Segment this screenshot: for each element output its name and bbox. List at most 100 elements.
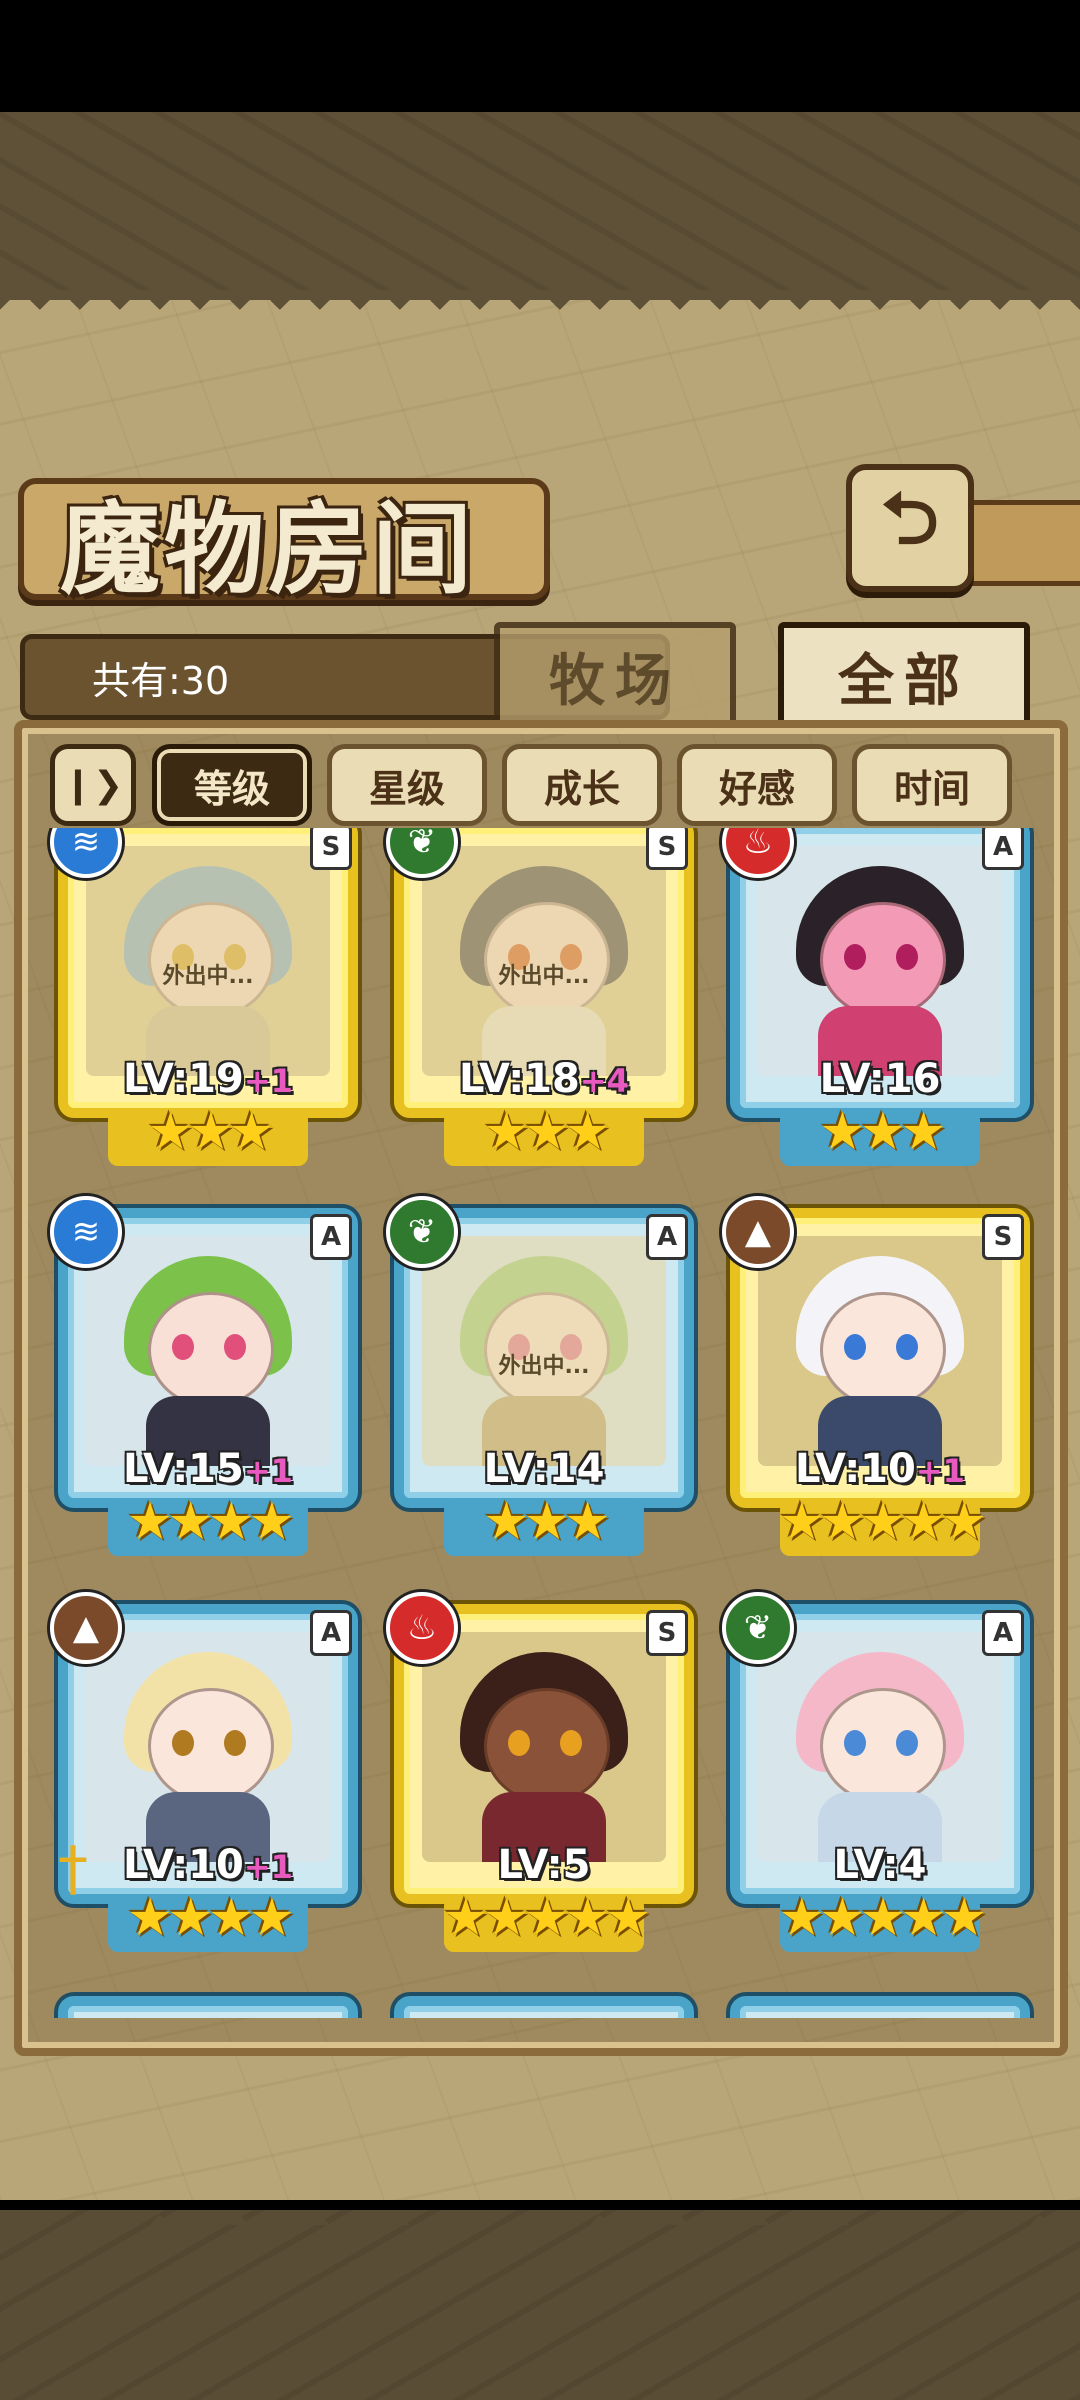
star-rating: ★★★★ (126, 1492, 295, 1552)
star-rating: ★★★★★ (778, 1492, 987, 1552)
monster-level: LV:18+4 (394, 1056, 694, 1102)
card-frame (58, 1996, 358, 2018)
character-eye (896, 1334, 918, 1360)
wood-element-icon: ❦ (722, 1592, 794, 1664)
level-value: LV:18 (459, 1056, 580, 1102)
character-eye (224, 1730, 246, 1756)
star-rating: ★★★ (819, 1102, 947, 1162)
rarity-badge: A (982, 828, 1024, 870)
filter-star-button[interactable]: 星级 (327, 744, 487, 826)
character-face (148, 1688, 274, 1804)
level-value: LV:14 (483, 1446, 605, 1492)
monster-level: LV:15+1 (58, 1446, 358, 1492)
torn-edge-bottom (0, 2195, 1080, 2225)
water-element-icon: ≋ (50, 1196, 122, 1268)
character-eye (896, 944, 918, 970)
away-status: 外出中... (498, 1354, 590, 1379)
character-eye (896, 1730, 918, 1756)
monster-count: 共有:30 (92, 659, 230, 703)
rarity-badge: A (310, 1214, 352, 1260)
rarity-badge: A (646, 1214, 688, 1260)
fire-element-icon: ♨ (386, 1592, 458, 1664)
character-face (820, 1292, 946, 1408)
rarity-badge: S (982, 1214, 1024, 1260)
character-eye (172, 1334, 194, 1360)
level-value: LV:15 (123, 1446, 244, 1492)
filter-time-button[interactable]: 时间 (852, 744, 1012, 826)
star-rating: ★★★ (147, 1102, 275, 1162)
back-arrow-icon: ⮌ (881, 476, 939, 560)
rarity-badge: A (982, 1610, 1024, 1656)
character-face (148, 1292, 274, 1408)
filter-affection-button[interactable]: 好感 (677, 744, 837, 826)
level-value: LV:10 (123, 1842, 244, 1888)
monster-card-partial[interactable] (58, 1996, 358, 2018)
character-eye (508, 1730, 530, 1756)
monster-portrait (86, 1236, 330, 1466)
level-value: LV:16 (819, 1056, 941, 1102)
away-status: 外出中... (162, 964, 254, 989)
filter-growth-button[interactable]: 成长 (502, 744, 662, 826)
monster-card[interactable]: A ♨ LV:16 ★★★ (722, 828, 1030, 1166)
monster-card[interactable]: S ♨ LV:5 ★★★★★ (386, 1592, 694, 1952)
monster-card[interactable]: 外出中... S ≋ LV:19+1 ★★★ (50, 828, 358, 1166)
monster-card[interactable]: A ❦ LV:4 ★★★★★ (722, 1592, 1030, 1952)
monster-level: LV:19+1 (58, 1056, 358, 1102)
monster-portrait (758, 1632, 1002, 1862)
character-eye (560, 1730, 582, 1756)
level-value: LV:19 (123, 1056, 244, 1102)
star-rating: ★★★★ (126, 1888, 295, 1948)
tab-farm[interactable]: 牧场 (494, 622, 736, 730)
character-eye (224, 1334, 246, 1360)
monster-level: LV:5 (394, 1842, 694, 1888)
star-rating: ★★★★★ (442, 1888, 651, 1948)
away-overlay: 外出中... (422, 846, 666, 1076)
level-bonus: +1 (915, 1452, 965, 1490)
rarity-badge: A (310, 1610, 352, 1656)
monster-card[interactable]: A ≋ LV:15+1 ★★★★ (50, 1196, 358, 1556)
monster-card[interactable]: 外出中... S ❦ LV:18+4 ★★★ (386, 828, 694, 1166)
page-title: 魔物房间 (60, 490, 476, 608)
monster-portrait (422, 1632, 666, 1862)
map-background-top (0, 112, 1080, 302)
level-bonus: +1 (243, 1848, 293, 1886)
earth-element-icon: ▲ (722, 1196, 794, 1268)
monster-portrait: 外出中... (422, 846, 666, 1076)
wood-element-icon: ❦ (386, 1196, 458, 1268)
map-background-bottom (0, 2210, 1080, 2400)
tab-all[interactable]: 全部 (778, 622, 1030, 730)
character-eye (844, 1334, 866, 1360)
character-face (484, 1688, 610, 1804)
pause-icon: ❙❯ (62, 764, 124, 806)
monster-card-partial[interactable] (730, 1996, 1030, 2018)
card-frame (394, 1996, 694, 2018)
character-face (820, 1688, 946, 1804)
earth-element-icon: ▲ (50, 1592, 122, 1664)
filter-level-button[interactable]: 等级 (152, 744, 312, 826)
monster-card[interactable]: 外出中... A ❦ LV:14 ★★★ (386, 1196, 694, 1556)
monster-card-partial[interactable] (394, 1996, 694, 2018)
character-eye (172, 1730, 194, 1756)
star-rating: ★★★ (483, 1492, 611, 1552)
status-bar (0, 0, 1080, 112)
level-bonus: +4 (579, 1062, 629, 1100)
rarity-badge: S (310, 828, 352, 870)
monster-portrait (758, 846, 1002, 1076)
away-overlay: 外出中... (86, 846, 330, 1076)
monster-portrait (758, 1236, 1002, 1466)
character-eye (844, 944, 866, 970)
monster-card[interactable]: S ▲ LV:10+1 ★★★★★ (722, 1196, 1030, 1556)
torn-edge-top (0, 290, 1080, 320)
monster-portrait (86, 1632, 330, 1862)
back-button[interactable]: ⮌ (846, 464, 974, 592)
monster-level: LV:10+1 (730, 1446, 1030, 1492)
level-bonus: +1 (243, 1452, 293, 1490)
sort-order-button[interactable]: ❙❯ (50, 744, 136, 826)
level-value: LV:5 (497, 1842, 591, 1888)
star-rating: ★★★★★ (778, 1888, 987, 1948)
monster-level: LV:14 (394, 1446, 694, 1492)
monster-card[interactable]: A ▲ † LV:10+1 ★★★★ (50, 1592, 358, 1952)
rarity-badge: S (646, 1610, 688, 1656)
away-overlay: 外出中... (422, 1236, 666, 1466)
card-frame (730, 1996, 1030, 2018)
